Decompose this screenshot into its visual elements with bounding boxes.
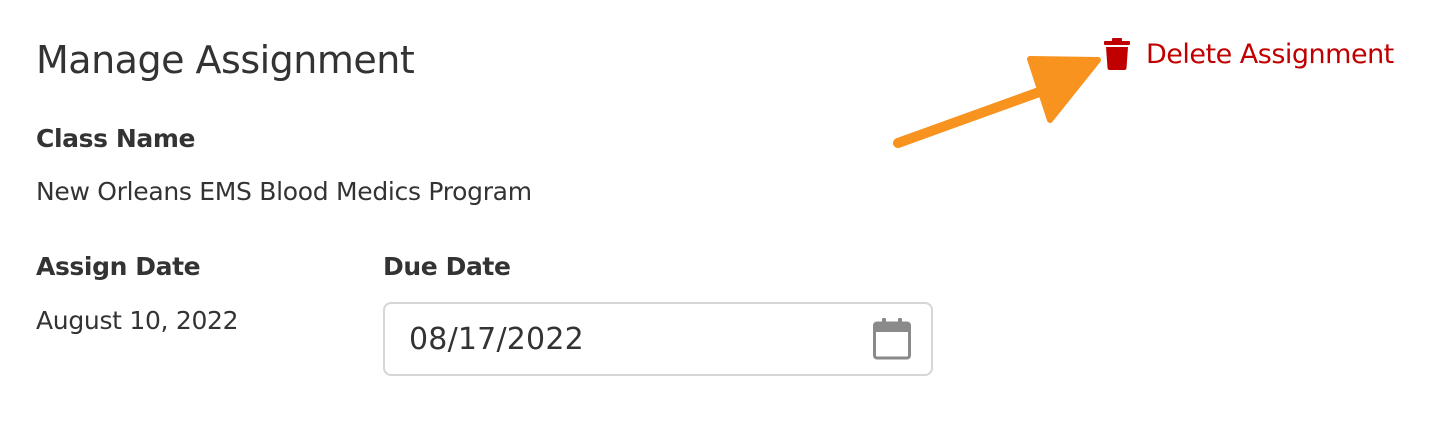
calendar-icon[interactable] [873,318,911,360]
due-date-label: Due Date [383,252,511,281]
due-date-input[interactable]: 08/17/2022 [383,302,933,376]
manage-assignment-page: Manage Assignment Delete Assignment Clas… [0,0,1438,436]
assign-date-value: August 10, 2022 [36,306,239,335]
class-name-value: New Orleans EMS Blood Medics Program [36,177,532,206]
delete-assignment-button[interactable]: Delete Assignment [1104,38,1394,70]
due-date-value: 08/17/2022 [409,321,584,357]
delete-assignment-label: Delete Assignment [1146,38,1394,70]
class-name-label: Class Name [36,124,196,153]
assign-date-label: Assign Date [36,252,201,281]
trash-icon [1104,38,1130,70]
page-title: Manage Assignment [36,38,415,82]
